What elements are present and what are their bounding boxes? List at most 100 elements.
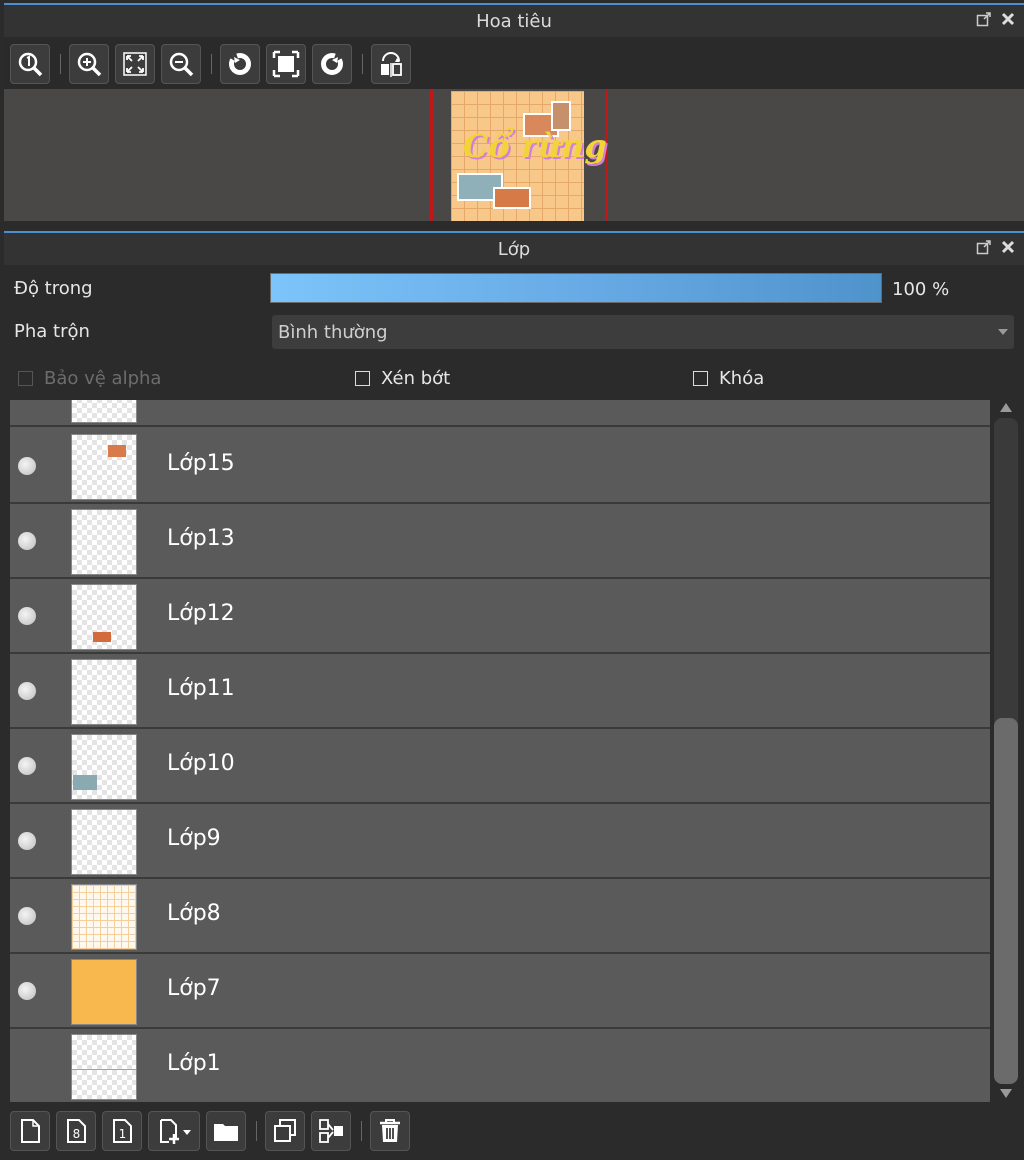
scroll-up-arrow-icon[interactable] bbox=[1000, 403, 1012, 412]
visibility-toggle-icon[interactable] bbox=[18, 757, 36, 775]
fit-window-button[interactable] bbox=[115, 44, 155, 84]
opacity-label: Độ trong bbox=[14, 278, 93, 299]
preview-title-art: Cổ rừng bbox=[463, 127, 607, 165]
layer-name: Lớp11 bbox=[167, 676, 235, 701]
layer-row[interactable]: Lớp7 bbox=[10, 954, 990, 1029]
close-icon[interactable] bbox=[1000, 11, 1016, 27]
layer-row[interactable]: Lớp11 bbox=[10, 654, 990, 729]
blend-mode-select[interactable]: Bình thường bbox=[272, 315, 1014, 349]
protect-alpha-label: Bảo vệ alpha bbox=[44, 368, 162, 389]
visibility-toggle-icon[interactable] bbox=[18, 682, 36, 700]
fit-canvas-button[interactable] bbox=[266, 44, 306, 84]
visibility-toggle-icon[interactable] bbox=[18, 982, 36, 1000]
toolbar-separator bbox=[361, 1121, 362, 1141]
chevron-down-icon bbox=[998, 329, 1008, 335]
delete-layer-button[interactable] bbox=[370, 1111, 410, 1151]
opacity-slider[interactable] bbox=[270, 273, 882, 303]
navigator-title: Hoa tiêu bbox=[476, 10, 552, 32]
navigator-viewport-frame[interactable]: Cổ rừng bbox=[430, 89, 608, 221]
layer-toolbar: 8 1 bbox=[4, 1102, 1024, 1160]
close-icon[interactable] bbox=[1000, 239, 1016, 255]
merge-down-icon bbox=[319, 1119, 343, 1143]
layer-thumbnail bbox=[71, 884, 137, 950]
layer-row[interactable]: Lớp13 bbox=[10, 504, 990, 579]
visibility-toggle-icon[interactable] bbox=[18, 457, 36, 475]
navigator-canvas-preview: Cổ rừng bbox=[451, 91, 607, 221]
layer-name: Lớp1 bbox=[167, 1051, 221, 1076]
visibility-toggle-icon[interactable] bbox=[18, 607, 36, 625]
layer-row[interactable] bbox=[10, 400, 990, 427]
new-layer-icon bbox=[21, 1119, 40, 1143]
visibility-toggle-icon[interactable] bbox=[18, 907, 36, 925]
clipping-checkbox[interactable]: Xén bớt bbox=[355, 368, 450, 389]
toolbar-separator bbox=[256, 1121, 257, 1141]
layer-thumbnail bbox=[71, 659, 137, 725]
layer-properties: Độ trong 100 % Pha trộn Bình thường Bảo … bbox=[4, 266, 1024, 400]
new-1bit-layer-button[interactable]: 1 bbox=[102, 1111, 142, 1151]
blend-mode-label: Pha trộn bbox=[14, 321, 90, 342]
new-8bit-layer-icon: 8 bbox=[67, 1119, 86, 1143]
navigator-header: Hoa tiêu bbox=[4, 3, 1024, 37]
scrollbar-thumb[interactable] bbox=[994, 718, 1018, 1084]
layer-list[interactable]: Lớp15 Lớp13 Lớp12 Lớp11 Lớp10 Lớp9 Lớp8 … bbox=[10, 400, 990, 1102]
layer-name: Lớp8 bbox=[167, 901, 221, 926]
new-layer-button[interactable] bbox=[10, 1111, 50, 1151]
new-folder-button[interactable] bbox=[206, 1111, 246, 1151]
undock-icon[interactable] bbox=[976, 11, 992, 27]
rotate-left-icon bbox=[229, 53, 251, 75]
scroll-down-arrow-icon[interactable] bbox=[1000, 1089, 1012, 1098]
layer-thumbnail bbox=[71, 584, 137, 650]
panel-splitter[interactable] bbox=[0, 221, 1024, 230]
toolbar-separator bbox=[362, 54, 363, 74]
navigator-toolbar bbox=[4, 39, 1024, 89]
fit-window-icon bbox=[123, 52, 147, 76]
toolbar-separator bbox=[211, 54, 212, 74]
rotate-left-button[interactable] bbox=[220, 44, 260, 84]
flip-horizontal-icon bbox=[381, 52, 402, 77]
navigator-view[interactable]: Cổ rừng bbox=[4, 89, 1024, 221]
new-folder-icon bbox=[214, 1124, 238, 1141]
duplicate-layer-icon bbox=[274, 1119, 296, 1142]
zoom-in-button[interactable] bbox=[69, 44, 109, 84]
layer-thumbnail bbox=[71, 959, 137, 1025]
layer-row[interactable]: Lớp10 bbox=[10, 729, 990, 804]
new-8bit-layer-button[interactable]: 8 bbox=[56, 1111, 96, 1151]
layer-row[interactable]: Lớp8 bbox=[10, 879, 990, 954]
layer-thumbnail bbox=[71, 434, 137, 500]
layer-thumbnail bbox=[71, 734, 137, 800]
add-layer-menu-button[interactable] bbox=[148, 1111, 200, 1151]
visibility-toggle-icon[interactable] bbox=[18, 832, 36, 850]
checkbox-box bbox=[18, 371, 33, 386]
layer-name: Lớp7 bbox=[167, 976, 221, 1001]
layer-panel-header: Lớp bbox=[4, 231, 1024, 265]
zoom-actual-button[interactable] bbox=[10, 44, 50, 84]
zoom-out-button[interactable] bbox=[161, 44, 201, 84]
protect-alpha-checkbox[interactable]: Bảo vệ alpha bbox=[18, 368, 161, 389]
layer-list-scrollbar[interactable] bbox=[992, 400, 1020, 1102]
layer-row[interactable]: Lớp9 bbox=[10, 804, 990, 879]
layer-name: Lớp13 bbox=[167, 526, 235, 551]
layer-row[interactable]: Lớp1 bbox=[10, 1029, 990, 1102]
layer-thumbnail bbox=[71, 400, 137, 423]
layer-thumbnail bbox=[71, 509, 137, 575]
lock-label: Khóa bbox=[719, 368, 765, 389]
svg-text:8: 8 bbox=[73, 1127, 81, 1141]
layer-row[interactable]: Lớp12 bbox=[10, 579, 990, 654]
layer-name: Lớp9 bbox=[167, 826, 221, 851]
merge-down-button[interactable] bbox=[311, 1111, 351, 1151]
lock-checkbox[interactable]: Khóa bbox=[693, 368, 764, 389]
flip-horizontal-button[interactable] bbox=[371, 44, 411, 84]
layer-thumbnail bbox=[71, 1034, 137, 1100]
zoom-actual-icon bbox=[18, 52, 43, 77]
visibility-toggle-icon[interactable] bbox=[18, 532, 36, 550]
fit-canvas-icon bbox=[272, 50, 300, 78]
layer-name: Lớp15 bbox=[167, 451, 235, 476]
duplicate-layer-button[interactable] bbox=[265, 1111, 305, 1151]
delete-layer-icon bbox=[380, 1119, 400, 1142]
layer-row[interactable]: Lớp15 bbox=[10, 429, 990, 504]
layer-name: Lớp10 bbox=[167, 751, 235, 776]
undock-icon[interactable] bbox=[976, 239, 992, 255]
layer-panel-title: Lớp bbox=[497, 238, 531, 260]
rotate-right-button[interactable] bbox=[312, 44, 352, 84]
svg-text:1: 1 bbox=[119, 1127, 127, 1141]
